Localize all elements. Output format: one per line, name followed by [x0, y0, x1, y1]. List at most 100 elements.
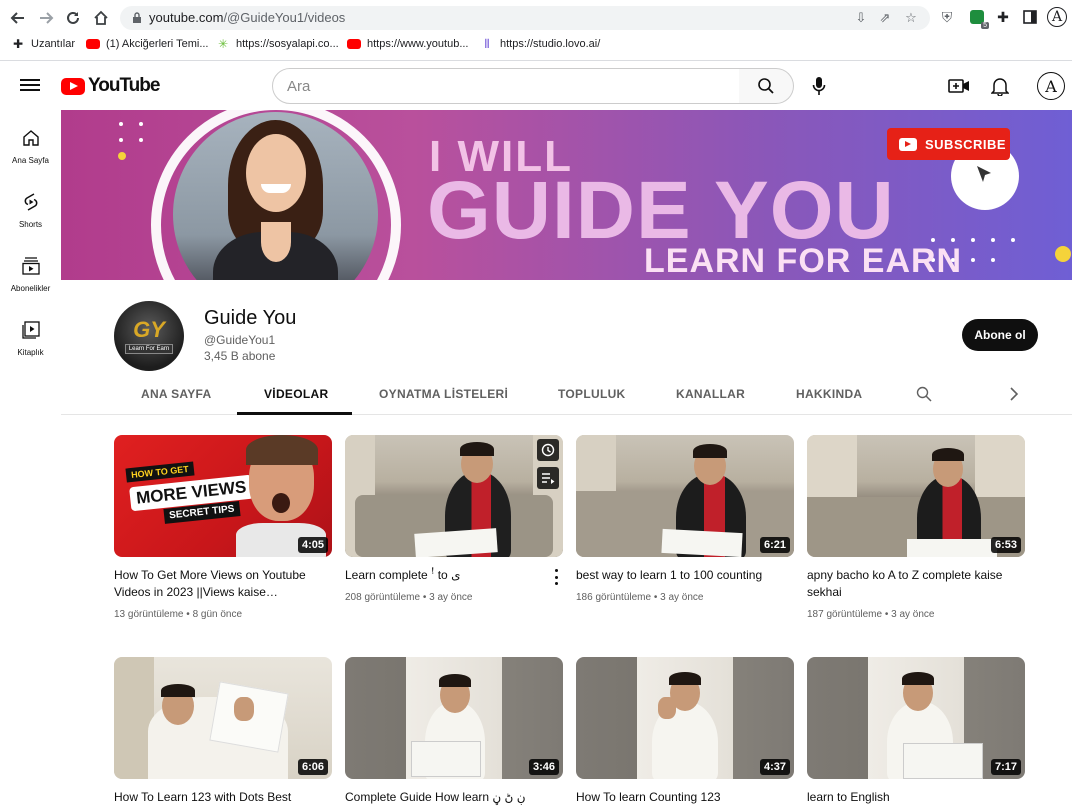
sidebar-item-shorts[interactable]: Shorts	[0, 174, 61, 234]
cursor-arrow-icon	[977, 166, 991, 182]
create-video-icon[interactable]	[947, 74, 971, 98]
video-title[interactable]: How To learn Counting 123	[576, 789, 776, 806]
video-title[interactable]: How To Get More Views on Youtube Videos …	[114, 567, 314, 601]
subscribe-button[interactable]: Abone ol	[962, 319, 1038, 351]
video-thumbnail[interactable]: 3:46	[345, 657, 563, 779]
forward-arrow-icon[interactable]	[34, 6, 58, 30]
video-metadata: 186 görüntüleme • 3 ay önce	[576, 592, 704, 603]
banner-subscribe-badge: SUBSCRIBE	[887, 128, 1010, 160]
video-duration: 4:05	[297, 537, 328, 553]
active-tab-indicator	[237, 412, 352, 415]
search-input[interactable]	[273, 69, 739, 103]
microphone-icon[interactable]	[806, 72, 832, 100]
lock-icon	[133, 12, 141, 23]
channel-tabs: ANA SAYFA VİDEOLAR OYNATMA LİSTELERİ TOP…	[61, 375, 1072, 415]
bookmark-extensions[interactable]: ✚ Uzantılar	[11, 37, 75, 51]
library-icon	[19, 318, 43, 342]
more-actions-icon[interactable]	[549, 569, 563, 585]
video-metadata: 187 görüntüleme • 3 ay önce	[807, 609, 935, 620]
youtube-play-logo-icon	[61, 77, 85, 95]
youtube-favicon-icon	[86, 37, 100, 51]
tab-about[interactable]: HAKKINDA	[796, 387, 862, 401]
browser-toolbar: youtube.com/@GuideYou1/videos ⇩ ⇗ ☆ ⛨ 5 …	[0, 0, 1072, 35]
sidebar-item-subscriptions[interactable]: Abonelikler	[0, 238, 61, 298]
video-thumbnail[interactable]: 6:53	[807, 435, 1025, 557]
lovo-favicon-icon: ⦀	[484, 36, 490, 51]
notifications-bell-icon[interactable]	[988, 74, 1012, 98]
bookmark-lovo[interactable]: ⦀ https://studio.lovo.ai/	[480, 37, 600, 51]
sidebar-item-library[interactable]: Kitaplık	[0, 302, 61, 362]
tab-channels[interactable]: KANALLAR	[676, 387, 745, 401]
profile-avatar-icon[interactable]: A	[1047, 7, 1067, 27]
video-title[interactable]: Learn complete ꜝ to ى	[345, 567, 545, 584]
green-extension-icon[interactable]: 5	[967, 7, 989, 29]
video-duration: 7:17	[990, 759, 1021, 775]
video-title[interactable]: apny bacho ko A to Z complete kaise sekh…	[807, 567, 1007, 601]
subscriber-count: 3,45 B abone	[204, 349, 276, 363]
back-arrow-icon[interactable]	[6, 6, 30, 30]
video-thumbnail[interactable]: 6:06	[114, 657, 332, 779]
subscriptions-icon	[19, 254, 43, 278]
video-metadata: 13 görüntüleme • 8 gün önce	[114, 609, 243, 620]
video-thumbnail[interactable]: HOW TO GET MORE VIEWS SECRET TIPS 4:05	[114, 435, 332, 557]
add-to-queue-icon[interactable]	[537, 467, 559, 489]
video-thumbnail[interactable]	[345, 435, 563, 557]
channel-name: Guide You	[204, 307, 297, 329]
browser-chrome: youtube.com/@GuideYou1/videos ⇩ ⇗ ☆ ⛨ 5 …	[0, 0, 1072, 61]
video-thumbnail[interactable]: 7:17	[807, 657, 1025, 779]
chevron-right-icon[interactable]	[1004, 384, 1024, 404]
video-thumbnail[interactable]: 6:21	[576, 435, 794, 557]
bookmark-youtube-1[interactable]: (1) Akciğerleri Temi...	[86, 37, 209, 51]
tab-community[interactable]: TOPLULUK	[558, 387, 626, 401]
search-icon	[758, 78, 774, 94]
video-thumbnail[interactable]: 4:37	[576, 657, 794, 779]
video-title[interactable]: best way to learn 1 to 100 counting	[576, 567, 776, 584]
video-duration: 3:46	[528, 759, 559, 775]
video-duration: 4:37	[759, 759, 790, 775]
sosyalapi-favicon-icon: ✳	[217, 37, 229, 51]
url-text: youtube.com/@GuideYou1/videos	[149, 10, 346, 25]
mini-guide-sidebar: Ana Sayfa Shorts Abonelikler Kitaplık	[0, 110, 61, 800]
account-avatar[interactable]: A	[1037, 72, 1065, 100]
tab-home[interactable]: ANA SAYFA	[141, 387, 212, 401]
install-app-icon[interactable]: ⇩	[852, 9, 870, 27]
video-metadata: 208 görüntüleme • 3 ay önce	[345, 592, 473, 603]
tab-videos[interactable]: VİDEOLAR	[264, 387, 328, 401]
address-bar[interactable]: youtube.com/@GuideYou1/videos ⇩ ⇗ ☆	[120, 6, 930, 30]
search-button[interactable]	[739, 68, 794, 104]
reload-icon[interactable]	[61, 6, 85, 30]
shorts-icon	[19, 190, 43, 214]
tab-playlists[interactable]: OYNATMA LİSTELERİ	[379, 387, 508, 401]
video-duration: 6:53	[990, 537, 1021, 553]
home-icon	[19, 126, 43, 150]
side-panel-icon[interactable]	[1020, 7, 1040, 27]
shield-extension-icon[interactable]: ⛨	[937, 7, 957, 27]
play-icon	[899, 137, 917, 151]
youtube-header: YouTube A	[0, 62, 1072, 110]
video-duration: 6:21	[759, 537, 790, 553]
banner-text-line2: GUIDE YOU	[427, 165, 895, 256]
extension-badge: 5	[981, 22, 989, 29]
share-icon[interactable]: ⇗	[876, 9, 894, 27]
watch-later-icon[interactable]	[537, 439, 559, 461]
youtube-favicon-icon	[347, 37, 361, 51]
channel-avatar[interactable]: GY Learn For Earn	[114, 301, 184, 371]
bookmarks-bar: ✚ Uzantılar (1) Akciğerleri Temi... ✳ http…	[0, 35, 1072, 55]
bookmark-youtube-2[interactable]: https://www.youtub...	[347, 37, 469, 51]
video-title[interactable]: learn to English	[807, 789, 1007, 806]
home-browser-icon[interactable]	[89, 6, 113, 30]
search-box	[272, 68, 740, 104]
channel-search-icon[interactable]	[914, 384, 934, 404]
bookmark-star-icon[interactable]: ☆	[902, 9, 920, 27]
banner-text-line3: LEARN FOR EARN	[644, 242, 963, 280]
puzzle-icon: ✚	[12, 37, 24, 51]
bookmark-sosyalapi[interactable]: ✳ https://sosyalapi.co...	[216, 37, 339, 51]
video-title[interactable]: How To Learn 123 with Dots Best	[114, 789, 314, 806]
channel-handle: @GuideYou1	[204, 333, 276, 347]
menu-hamburger-icon[interactable]	[20, 76, 40, 96]
sidebar-item-home[interactable]: Ana Sayfa	[0, 110, 61, 170]
video-title[interactable]: Complete Guide How learn ڹ ڻ ڼ	[345, 789, 545, 806]
extensions-puzzle-icon[interactable]: ✚	[993, 7, 1013, 27]
channel-banner: I WILL GUIDE YOU LEARN FOR EARN SUBSCRIB…	[61, 110, 1072, 280]
youtube-logo[interactable]: YouTube	[61, 75, 160, 97]
